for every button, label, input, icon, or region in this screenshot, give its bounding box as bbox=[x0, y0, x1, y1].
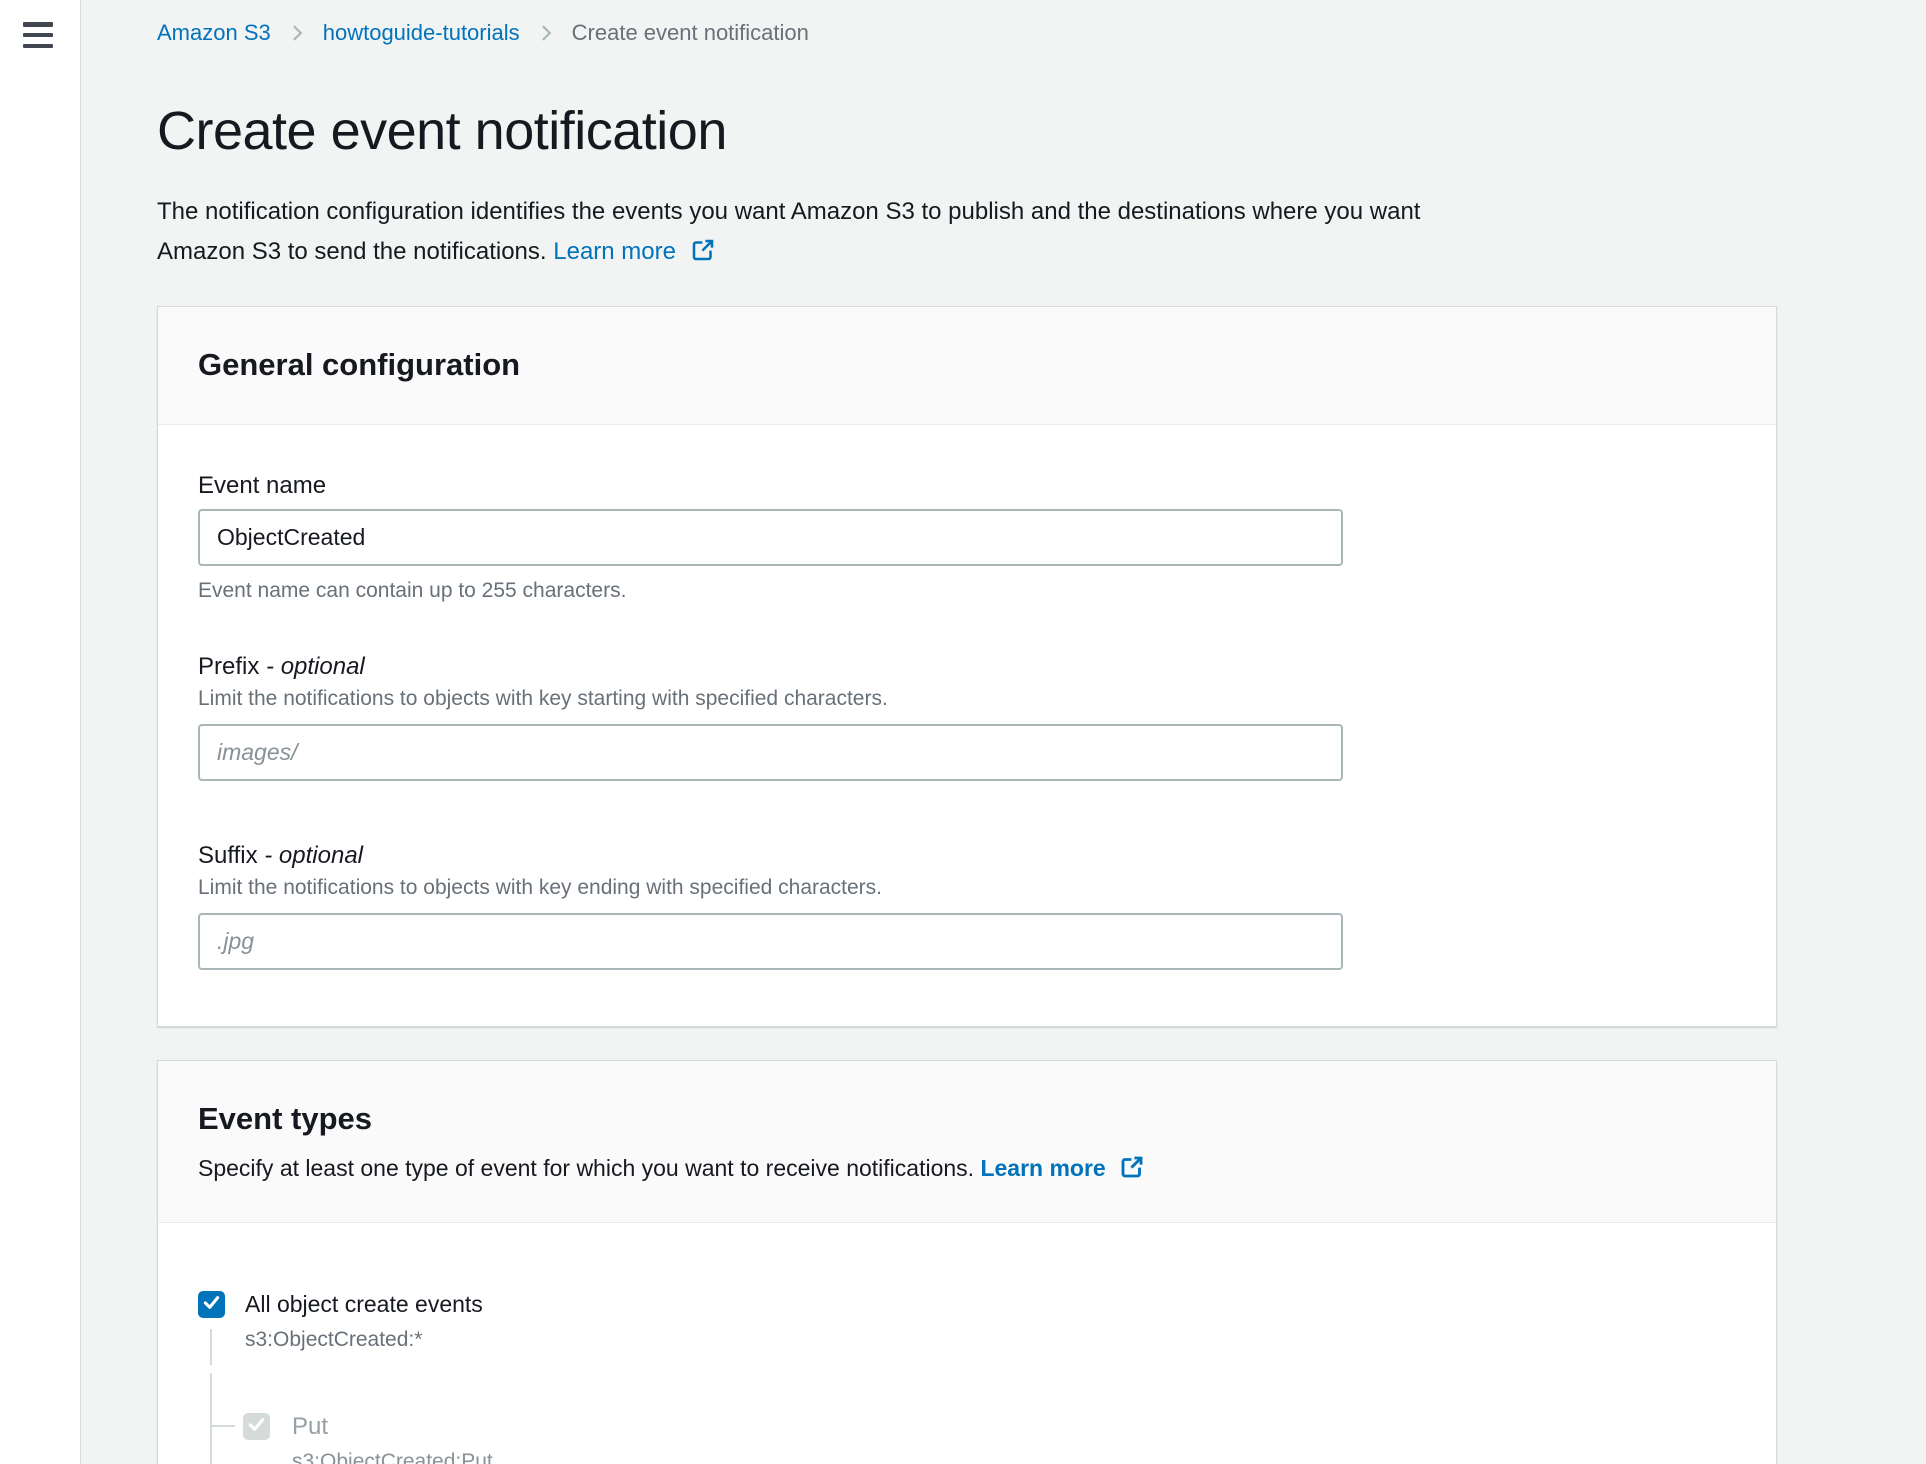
event-name-label: Event name bbox=[198, 471, 1736, 501]
prefix-label: Prefix - optional bbox=[198, 652, 1736, 682]
all-object-create-events-label[interactable]: All object create events bbox=[245, 1289, 483, 1319]
event-types-description: Specify at least one type of event for w… bbox=[198, 1153, 1736, 1186]
page-description: The notification configuration identifie… bbox=[157, 192, 1780, 275]
event-types-description-text: Specify at least one type of event for w… bbox=[198, 1155, 974, 1181]
general-configuration-header: General configuration bbox=[158, 307, 1776, 425]
page-title: Create event notification bbox=[157, 100, 1781, 162]
general-configuration-card: General configuration Event name Event n… bbox=[157, 306, 1777, 1027]
chevron-right-icon bbox=[536, 23, 556, 43]
breadcrumb: Amazon S3 howtoguide-tutorials Create ev… bbox=[157, 0, 1781, 46]
event-types-card: Event types Specify at least one type of… bbox=[157, 1060, 1777, 1464]
main-panel: Amazon S3 howtoguide-tutorials Create ev… bbox=[81, 0, 1926, 1464]
tree-connector-line bbox=[210, 1425, 235, 1427]
general-configuration-title: General configuration bbox=[198, 345, 1736, 385]
tree-connector-line bbox=[210, 1373, 212, 1464]
learn-more-link[interactable]: Learn more bbox=[553, 238, 714, 265]
event-types-learn-more-link[interactable]: Learn more bbox=[980, 1155, 1144, 1181]
put-event-checkbox bbox=[243, 1413, 270, 1440]
suffix-label: Suffix - optional bbox=[198, 841, 1736, 871]
hamburger-bar bbox=[23, 33, 53, 38]
event-types-body: All object create events s3:ObjectCreate… bbox=[158, 1223, 1776, 1464]
suffix-optional-text: - optional bbox=[264, 842, 363, 869]
breadcrumb-link-bucket[interactable]: howtoguide-tutorials bbox=[323, 20, 520, 46]
event-types-title: Event types bbox=[198, 1099, 1736, 1139]
hamburger-menu-icon[interactable] bbox=[23, 22, 53, 48]
all-object-create-events-checkbox[interactable] bbox=[198, 1291, 225, 1318]
suffix-helper: Limit the notifications to objects with … bbox=[198, 875, 1736, 901]
event-name-group: Event name Event name can contain up to … bbox=[198, 471, 1736, 604]
learn-more-label: Learn more bbox=[980, 1155, 1105, 1181]
external-link-icon bbox=[1120, 1155, 1144, 1186]
put-event-label: Put bbox=[292, 1412, 328, 1442]
prefix-helper: Limit the notifications to objects with … bbox=[198, 686, 1736, 712]
all-object-create-events-code: s3:ObjectCreated:* bbox=[245, 1327, 422, 1353]
put-event-code: s3:ObjectCreated:Put bbox=[292, 1449, 493, 1464]
event-types-header: Event types Specify at least one type of… bbox=[158, 1061, 1776, 1223]
event-name-helper: Event name can contain up to 255 charact… bbox=[198, 578, 1736, 604]
checkbox-check-icon bbox=[246, 1414, 267, 1440]
suffix-input[interactable] bbox=[198, 913, 1343, 970]
suffix-group: Suffix - optional Limit the notification… bbox=[198, 841, 1736, 970]
breadcrumb-link-amazon-s3[interactable]: Amazon S3 bbox=[157, 20, 271, 46]
hamburger-bar bbox=[23, 22, 53, 27]
prefix-optional-text: - optional bbox=[266, 653, 365, 680]
page-description-line2: Amazon S3 to send the notifications. bbox=[157, 238, 547, 265]
hamburger-bar bbox=[23, 44, 53, 49]
prefix-input[interactable] bbox=[198, 724, 1343, 781]
learn-more-label: Learn more bbox=[553, 238, 676, 265]
tree-connector-line bbox=[210, 1329, 212, 1365]
event-name-input[interactable] bbox=[198, 509, 1343, 566]
page-description-line1: The notification configuration identifie… bbox=[157, 192, 1780, 232]
general-configuration-body: Event name Event name can contain up to … bbox=[158, 425, 1776, 1026]
side-nav-rail bbox=[0, 0, 81, 1464]
checkbox-check-icon bbox=[201, 1292, 222, 1318]
breadcrumb-current: Create event notification bbox=[572, 20, 809, 46]
suffix-label-text: Suffix bbox=[198, 842, 258, 869]
chevron-right-icon bbox=[287, 23, 307, 43]
prefix-group: Prefix - optional Limit the notification… bbox=[198, 652, 1736, 781]
prefix-label-text: Prefix bbox=[198, 653, 259, 680]
external-link-icon bbox=[691, 235, 715, 275]
